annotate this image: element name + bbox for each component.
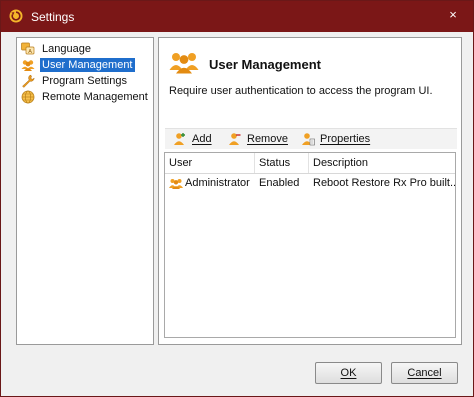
remove-user-button[interactable]: Remove: [228, 131, 288, 147]
users-table: User Status Description Administrator En…: [164, 152, 456, 338]
add-user-button[interactable]: Add: [173, 131, 212, 147]
language-icon: A: [21, 42, 35, 54]
sidebar-item-user-management[interactable]: User Management: [21, 57, 135, 72]
remove-user-icon: [229, 133, 241, 145]
remove-label: Remove: [247, 133, 288, 145]
settings-navigation-tree: A Language User Management Program Setti…: [16, 37, 154, 345]
cell-status: Enabled: [259, 177, 300, 189]
sidebar-item-label: Language: [42, 42, 91, 55]
column-header-description[interactable]: Description: [309, 153, 455, 173]
user-properties-icon: [302, 133, 315, 146]
cell-description: Reboot Restore Rx Pro built...: [313, 177, 455, 189]
users-icon: [21, 59, 35, 71]
add-label: Add: [192, 133, 212, 145]
user-properties-button[interactable]: Properties: [301, 131, 370, 147]
column-header-status[interactable]: Status: [255, 153, 309, 173]
settings-window: Settings × A Language User Management Pr…: [0, 0, 474, 397]
globe-icon: [21, 90, 35, 103]
table-row[interactable]: Administrator Enabled Reboot Restore Rx …: [165, 175, 455, 192]
close-button[interactable]: ×: [443, 6, 463, 24]
power-restore-icon: [9, 9, 23, 23]
user-toolbar: Add Remove Properties: [165, 128, 457, 149]
sidebar-item-label: Remote Management: [42, 90, 148, 103]
table-header: User Status Description: [165, 153, 455, 174]
ok-button[interactable]: OK: [315, 362, 382, 384]
sidebar-item-label: User Management: [40, 57, 135, 72]
sidebar-item-remote-management[interactable]: Remote Management: [21, 89, 150, 104]
svg-text:A: A: [28, 48, 32, 54]
sidebar-item-program-settings[interactable]: Program Settings: [21, 73, 129, 88]
close-icon: ×: [449, 7, 457, 22]
section-description: Require user authentication to access th…: [169, 85, 433, 97]
user-name: Administrator: [185, 177, 250, 189]
sidebar-item-label: Program Settings: [42, 74, 127, 87]
cell-user: Administrator: [165, 175, 255, 192]
ok-label: OK: [340, 367, 357, 379]
cancel-label: Cancel: [407, 367, 442, 379]
window-title: Settings: [31, 10, 75, 24]
cancel-button[interactable]: Cancel: [391, 362, 458, 384]
wrench-icon: [22, 74, 35, 88]
page-title: User Management: [209, 57, 321, 72]
properties-label: Properties: [320, 133, 371, 145]
users-icon: [169, 53, 199, 74]
user-management-panel: User Management Require user authenticat…: [158, 37, 462, 345]
column-header-user[interactable]: User: [165, 153, 255, 173]
sidebar-item-language[interactable]: A Language: [21, 41, 93, 56]
users-icon: [169, 179, 183, 189]
add-user-icon: [174, 133, 185, 145]
title-bar[interactable]: Settings ×: [1, 1, 473, 32]
